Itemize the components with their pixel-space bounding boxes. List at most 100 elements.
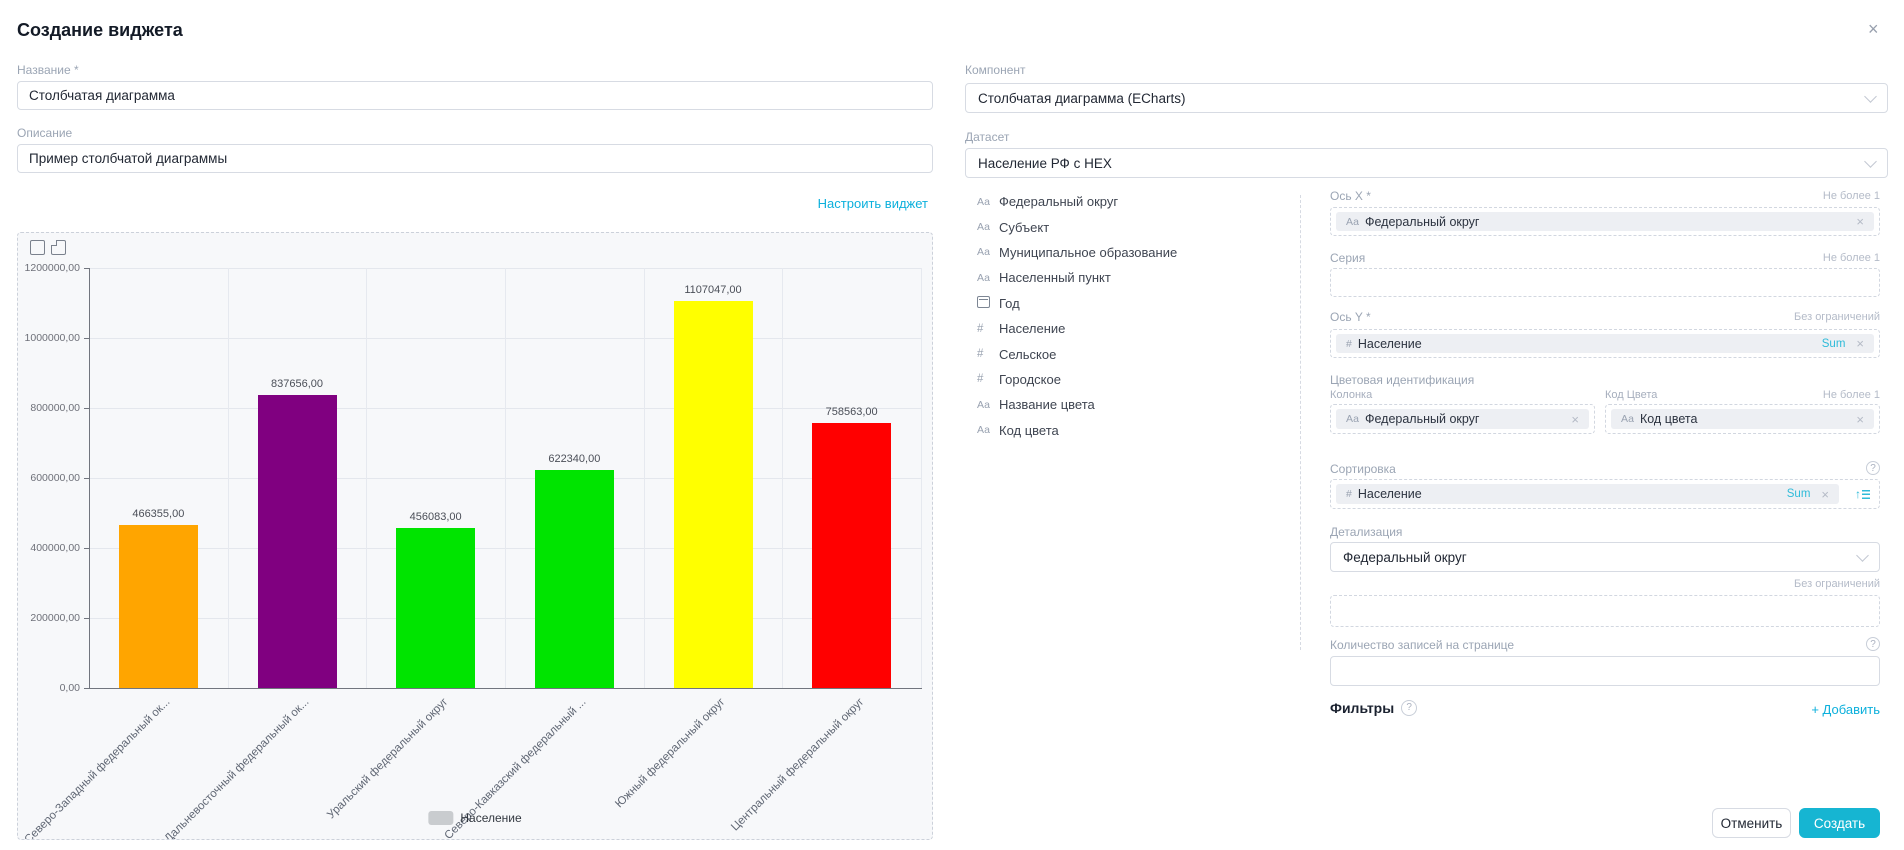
y-axis-limit: Без ограничений — [1680, 311, 1880, 323]
y-axis-chip-text: Население — [1358, 337, 1422, 351]
detail-label: Детализация — [1330, 525, 1402, 539]
clear-x-icon[interactable] — [1856, 337, 1864, 350]
sorting-chip-text: Население — [1358, 487, 1422, 501]
dataset-field-list: АаФедеральный округАаСубъектАаМуниципаль… — [977, 189, 1287, 443]
chevron-down-icon — [1856, 549, 1869, 562]
y-tick-label: 1000000,00 — [18, 332, 80, 344]
field-label: Федеральный округ — [999, 194, 1118, 209]
field-label: Субъект — [999, 220, 1049, 235]
legend-label: Население — [460, 811, 521, 825]
dataset-field-text[interactable]: АаСубъект — [977, 214, 1287, 239]
field-label: Название цвета — [999, 397, 1095, 412]
aggregation-tag[interactable]: Sum — [1787, 488, 1811, 500]
dataset-field-number[interactable]: #Население — [977, 316, 1287, 341]
bar-2[interactable] — [258, 395, 337, 688]
field-label: Население — [999, 321, 1065, 336]
series-dropzone[interactable] — [1330, 268, 1880, 297]
x-tick-label: Дальневосточный федеральный ок... — [105, 696, 311, 840]
dataset-value: Население РФ с HEX — [978, 156, 1866, 171]
extra-dropzone[interactable] — [1330, 595, 1880, 627]
x-axis-chip[interactable]: Аа Федеральный округ — [1336, 212, 1874, 231]
number-field-icon: # — [977, 373, 999, 385]
bar-6[interactable] — [812, 423, 891, 688]
legend-item[interactable]: Население — [428, 811, 521, 825]
dataset-field-text[interactable]: АаФедеральный округ — [977, 189, 1287, 214]
add-filter-button[interactable]: + Добавить — [1811, 702, 1880, 717]
y-axis-label: Ось Y * — [1330, 310, 1371, 324]
field-label: Год — [999, 296, 1020, 311]
chevron-down-icon — [1864, 90, 1877, 103]
dataset-field-text[interactable]: АаКод цвета — [977, 418, 1287, 443]
number-field-icon: # — [977, 348, 999, 360]
color-code-chip-text: Код цвета — [1640, 412, 1697, 426]
question-circle-icon[interactable] — [1866, 637, 1880, 651]
field-label: Сельское — [999, 347, 1056, 362]
text-field-icon: Аа — [977, 196, 999, 208]
clear-x-icon[interactable] — [1856, 215, 1864, 228]
close-icon[interactable] — [1868, 20, 1879, 38]
bar-4[interactable] — [535, 470, 614, 688]
color-code-limit: Не более 1 — [1680, 389, 1880, 401]
component-value: Столбчатая диаграмма (ECharts) — [978, 91, 1866, 106]
component-select[interactable]: Столбчатая диаграмма (ECharts) — [965, 83, 1888, 113]
color-code-chip[interactable]: Аа Код цвета — [1611, 409, 1874, 429]
y-tick-label: 200000,00 — [18, 612, 80, 624]
sorting-dropzone[interactable]: # Население Sum ↑ — [1330, 479, 1880, 509]
color-column-dropzone[interactable]: Аа Федеральный округ — [1330, 404, 1595, 434]
text-field-icon: Аа — [977, 424, 999, 436]
configure-widget-link[interactable]: Настроить виджет — [818, 196, 928, 211]
dataset-field-text[interactable]: АаМуниципальное образование — [977, 240, 1287, 265]
description-input[interactable] — [17, 144, 933, 173]
y-axis-dropzone[interactable]: # Население Sum — [1330, 329, 1880, 358]
component-label: Компонент — [965, 63, 1026, 77]
gridline-vertical — [505, 268, 506, 688]
create-button[interactable]: Создать — [1799, 808, 1880, 838]
x-tick-label: Центральный федеральный округ — [660, 696, 866, 840]
page-size-label: Количество записей на странице — [1330, 638, 1514, 652]
bar-value-label: 837656,00 — [237, 378, 357, 390]
sorting-chip[interactable]: # Население Sum — [1336, 484, 1839, 504]
field-label: Населенный пункт — [999, 270, 1111, 285]
dataset-field-number[interactable]: #Сельское — [977, 341, 1287, 366]
x-tick-label: Южный федеральный округ — [521, 696, 727, 840]
bar-value-label: 1107047,00 — [653, 284, 773, 296]
clear-x-icon[interactable] — [1821, 488, 1829, 501]
text-field-icon: Аа — [1621, 413, 1634, 425]
color-column-chip[interactable]: Аа Федеральный округ — [1336, 409, 1589, 429]
dataset-field-date[interactable]: Год — [977, 291, 1287, 316]
fields-form-divider[interactable] — [1300, 195, 1301, 650]
bar-5[interactable] — [674, 301, 753, 688]
cancel-button[interactable]: Отменить — [1712, 808, 1791, 838]
dataset-select[interactable]: Население РФ с HEX — [965, 148, 1888, 178]
gridline-vertical — [228, 268, 229, 688]
field-label: Муниципальное образование — [999, 245, 1177, 260]
bar-1[interactable] — [119, 525, 198, 688]
detail-select[interactable]: Федеральный округ — [1330, 542, 1880, 572]
name-input[interactable] — [17, 81, 933, 110]
aggregation-tag[interactable]: Sum — [1822, 338, 1846, 350]
dataset-field-text[interactable]: АаНазвание цвета — [977, 392, 1287, 417]
gridline-vertical — [644, 268, 645, 688]
x-axis-limit: Не более 1 — [1680, 190, 1880, 202]
x-tick-label: Уральский федеральный округ — [244, 696, 450, 840]
question-circle-icon[interactable] — [1401, 700, 1417, 716]
color-column-label: Колонка — [1330, 389, 1372, 401]
bar-3[interactable] — [396, 528, 475, 688]
color-identification-label: Цветовая идентификация — [1330, 373, 1474, 387]
description-label: Описание — [17, 126, 72, 140]
dataset-field-number[interactable]: #Городское — [977, 367, 1287, 392]
extra-limit-label: Без ограничений — [1680, 578, 1880, 590]
color-code-dropzone[interactable]: Аа Код цвета — [1605, 404, 1880, 434]
clear-x-icon[interactable] — [1571, 413, 1579, 426]
legend-swatch-icon — [428, 811, 453, 825]
y-axis-chip[interactable]: # Население Sum — [1336, 334, 1874, 353]
number-field-icon: # — [1346, 338, 1352, 350]
question-circle-icon[interactable] — [1866, 461, 1880, 475]
clear-x-icon[interactable] — [1856, 413, 1864, 426]
sort-ascending-icon[interactable]: ↑ — [1855, 488, 1870, 500]
dataset-field-text[interactable]: АаНаселенный пункт — [977, 265, 1287, 290]
y-axis-line — [89, 268, 90, 688]
bar-value-label: 466355,00 — [98, 508, 218, 520]
page-size-input[interactable] — [1330, 656, 1880, 686]
x-axis-dropzone[interactable]: Аа Федеральный округ — [1330, 207, 1880, 236]
